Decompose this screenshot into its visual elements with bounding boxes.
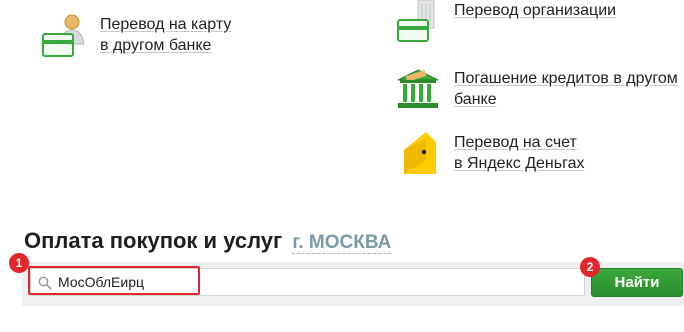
yandex-wallet-icon [404,132,436,174]
transfer-card-other-bank[interactable]: Перевод на карту в другом банке [40,12,300,62]
payments-title: Оплата покупок и услуг г. МОСКВА [24,228,392,254]
transfer-organization-line1[interactable]: Перевод организации [454,0,616,21]
person-card-icon [42,14,85,57]
transfer-yandex-line2[interactable]: в Яндекс Деньгах [454,153,584,174]
annotation-badge-2: 2 [580,257,600,277]
annotation-highlight-box [28,266,200,295]
transfer-loan-repayment[interactable]: Погашение кредитов в другом банке [396,68,684,112]
transfer-card-line2[interactable]: в другом банке [100,35,231,56]
building-card-icon [397,0,435,42]
bank-building-icon [397,69,439,108]
transfer-loan-line1[interactable]: Погашение кредитов в другом [454,68,678,89]
city-selector[interactable]: г. МОСКВА [292,232,392,254]
transfer-yandex-line1[interactable]: Перевод на счет [454,132,584,153]
transfer-yandex-money[interactable]: Перевод на счет в Яндекс Деньгах [400,130,684,178]
transfer-organization[interactable]: Перевод организации [396,0,656,44]
transfer-loan-line2[interactable]: банке [454,89,678,110]
find-button[interactable]: Найти [591,268,683,297]
payments-title-text: Оплата покупок и услуг [24,228,283,253]
transfer-card-line1[interactable]: Перевод на карту [100,14,231,35]
annotation-badge-1: 1 [9,253,29,273]
